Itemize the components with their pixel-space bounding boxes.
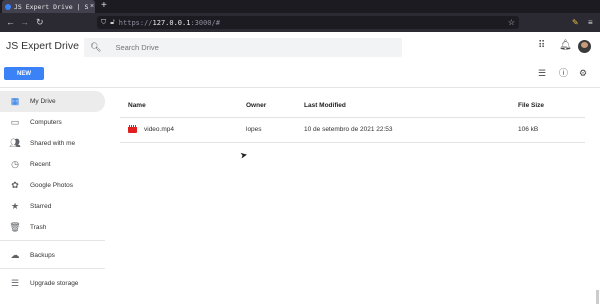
search-bar[interactable]: 🔍︎ — [84, 38, 402, 57]
new-button[interactable]: NEW — [4, 67, 44, 80]
sidebar-item-trash[interactable]: 🗑︎ Trash — [0, 217, 105, 238]
file-name[interactable]: video.mp4 — [144, 126, 174, 133]
sidebar-item-label: My Drive — [30, 98, 56, 105]
app-title: JS Expert Drive — [6, 40, 79, 52]
forward-icon[interactable]: → — [20, 16, 29, 29]
people-icon: 👥︎ — [9, 138, 21, 148]
extension-icon[interactable]: ✎ — [572, 16, 579, 29]
sidebar-item-starred[interactable]: ★ Starred — [0, 196, 105, 217]
tab-close-icon[interactable]: × — [90, 3, 94, 10]
sidebar-divider — [0, 240, 105, 241]
sidebar-item-label: Google Photos — [30, 182, 74, 189]
file-size: 106 kB — [518, 126, 539, 133]
column-header-owner[interactable]: Owner — [246, 102, 266, 109]
back-icon[interactable]: ← — [6, 16, 15, 29]
new-tab-button[interactable]: + — [101, 0, 107, 13]
drive-grid-icon: ▦ — [10, 96, 20, 106]
column-header-name[interactable]: Name — [128, 102, 146, 109]
sidebar-item-my-drive[interactable]: ▦ My Drive — [0, 91, 105, 112]
scrollbar[interactable] — [596, 290, 599, 304]
sidebar-item-label: Starred — [30, 203, 52, 210]
storage-icon: ☰ — [10, 278, 20, 288]
url-text[interactable]: https://127.0.0.1:3000/# — [119, 19, 220, 27]
sidebar-item-upgrade-storage[interactable]: ☰ Upgrade storage — [0, 273, 105, 294]
sidebar-item-recent[interactable]: ◷ Recent — [0, 154, 105, 175]
bookmark-star-icon[interactable]: ☆ — [508, 16, 515, 29]
url-prefix: https:// — [118, 18, 153, 27]
file-modified: 10 de setembro de 2021 22:53 — [304, 126, 393, 133]
column-header-file-size[interactable]: File Size — [518, 102, 544, 109]
url-host: 127.0.0.1 — [152, 18, 191, 27]
trash-icon: 🗑︎ — [9, 222, 21, 232]
sidebar-item-backups[interactable]: ☁ Backups — [0, 245, 105, 266]
lock-icon[interactable]: 🔓︎ — [110, 19, 115, 27]
sidebar-item-label: Backups — [30, 252, 55, 259]
tab-title: JS Expert Drive | Se: — [14, 2, 88, 11]
list-view-icon[interactable]: ☰ — [538, 67, 546, 79]
tab-favicon-icon — [5, 3, 11, 10]
search-input[interactable] — [113, 42, 394, 53]
settings-gear-icon[interactable]: ⚙ — [579, 67, 587, 79]
video-file-icon — [128, 125, 137, 133]
info-icon[interactable]: ⓘ — [559, 67, 568, 79]
sidebar-item-label: Shared with me — [30, 140, 76, 147]
apps-grid-icon[interactable]: ⠿ — [538, 40, 545, 52]
sidebar-item-google-photos[interactable]: ✿ Google Photos — [0, 175, 105, 196]
sidebar-item-label: Upgrade storage — [30, 280, 79, 287]
cloud-icon: ☁ — [10, 250, 20, 260]
search-icon[interactable]: 🔍︎ — [90, 42, 101, 53]
column-header-last-modified[interactable]: Last Modified — [304, 102, 346, 109]
table-row-divider — [120, 142, 585, 143]
sidebar-item-label: Computers — [30, 119, 62, 126]
address-bar[interactable]: ⛉ 🔓︎ https://127.0.0.1:3000/# ☆ — [97, 16, 519, 29]
clock-icon: ◷ — [11, 159, 19, 169]
computer-icon: ▭ — [10, 117, 20, 127]
browser-tab[interactable]: JS Expert Drive | Se: × — [2, 0, 95, 13]
menu-icon[interactable]: ≡ — [588, 16, 593, 29]
sidebar-item-shared[interactable]: 👥︎ Shared with me — [0, 133, 105, 154]
browser-toolbar: ← → ↻ ⛉ 🔓︎ https://127.0.0.1:3000/# ☆ ✎ … — [0, 13, 600, 32]
reload-icon[interactable]: ↻ — [36, 16, 44, 29]
url-rest: :3000/# — [190, 18, 220, 27]
photos-icon: ✿ — [11, 180, 19, 190]
sidebar-item-label: Recent — [30, 161, 51, 168]
browser-tab-bar: JS Expert Drive | Se: × + — [0, 0, 600, 13]
table-header-divider — [120, 117, 585, 118]
sidebar-divider — [0, 268, 105, 269]
sidebar: ▦ My Drive ▭ Computers 👥︎ Shared with me… — [0, 88, 108, 306]
notifications-bell-icon[interactable]: 🔔︎ — [559, 40, 572, 52]
mouse-cursor-icon: ➤ — [239, 149, 249, 161]
star-icon: ★ — [10, 201, 20, 211]
sidebar-item-computers[interactable]: ▭ Computers — [0, 112, 105, 133]
shield-icon[interactable]: ⛉ — [101, 19, 106, 27]
file-owner: lopes — [246, 126, 262, 133]
user-avatar[interactable] — [578, 40, 591, 53]
sidebar-item-label: Trash — [30, 224, 47, 231]
